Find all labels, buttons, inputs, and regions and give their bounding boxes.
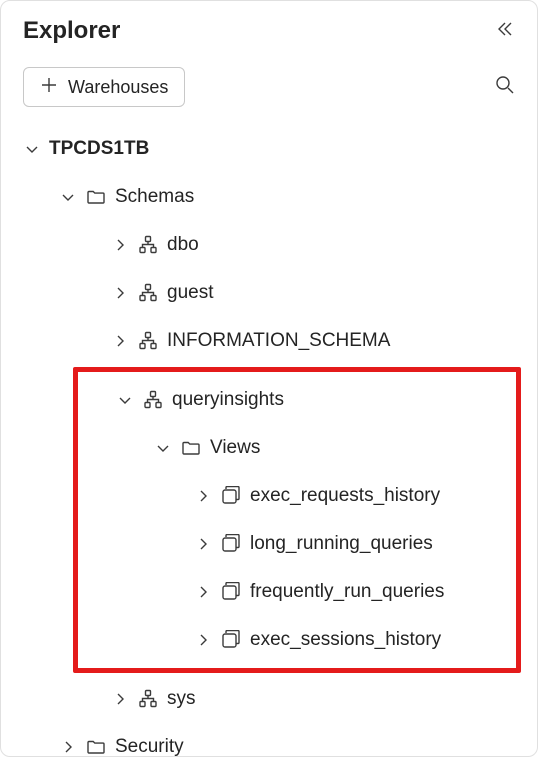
chevron-down-icon xyxy=(23,141,41,157)
view-icon xyxy=(220,630,242,650)
tree-item-schemas-folder[interactable]: Schemas xyxy=(9,173,529,221)
view-label: exec_sessions_history xyxy=(250,629,441,651)
tree-item-schema-sys[interactable]: sys xyxy=(9,675,529,723)
schema-label: dbo xyxy=(167,234,199,256)
plus-icon xyxy=(40,76,58,98)
schema-label: INFORMATION_SCHEMA xyxy=(167,330,390,352)
schema-label: guest xyxy=(167,282,213,304)
chevron-right-icon xyxy=(194,536,212,552)
chevron-right-icon xyxy=(111,691,129,707)
schema-icon xyxy=(137,283,159,303)
highlight-box: queryinsights Views exec_requests_histor… xyxy=(73,367,521,673)
schema-icon xyxy=(142,390,164,410)
tree-item-database[interactable]: TPCDS1TB xyxy=(9,125,529,173)
view-label: long_running_queries xyxy=(250,533,433,555)
add-button-label: Warehouses xyxy=(68,77,168,98)
chevron-down-icon xyxy=(154,440,172,456)
chevron-down-icon xyxy=(116,392,134,408)
chevron-right-icon xyxy=(111,333,129,349)
tree-item-schema-queryinsights[interactable]: queryinsights xyxy=(78,376,516,424)
database-label: TPCDS1TB xyxy=(49,138,149,160)
tree-item-view[interactable]: exec_requests_history xyxy=(78,472,516,520)
view-icon xyxy=(220,534,242,554)
folder-icon xyxy=(85,187,107,207)
folder-icon xyxy=(85,737,107,757)
tree-item-schema-dbo[interactable]: dbo xyxy=(9,221,529,269)
view-label: frequently_run_queries xyxy=(250,581,444,603)
schema-icon xyxy=(137,331,159,351)
tree-item-view[interactable]: long_running_queries xyxy=(78,520,516,568)
chevron-down-icon xyxy=(59,189,77,205)
tree-item-schema-information-schema[interactable]: INFORMATION_SCHEMA xyxy=(9,317,529,365)
schema-icon xyxy=(137,235,159,255)
schemas-folder-label: Schemas xyxy=(115,186,194,208)
chevron-right-icon xyxy=(194,488,212,504)
view-icon xyxy=(220,582,242,602)
view-label: exec_requests_history xyxy=(250,485,440,507)
collapse-panel-icon[interactable] xyxy=(495,20,515,43)
schema-label: queryinsights xyxy=(172,389,284,411)
chevron-right-icon xyxy=(111,285,129,301)
add-warehouses-button[interactable]: Warehouses xyxy=(23,67,185,107)
tree-item-view[interactable]: exec_sessions_history xyxy=(78,616,516,664)
schema-icon xyxy=(137,689,159,709)
security-folder-label: Security xyxy=(115,736,184,758)
chevron-right-icon xyxy=(59,739,77,755)
chevron-right-icon xyxy=(111,237,129,253)
explorer-toolbar: Warehouses xyxy=(1,51,537,117)
tree-root: TPCDS1TB Schemas dbo guest INFORMATION_S… xyxy=(1,117,537,771)
tree-item-view[interactable]: frequently_run_queries xyxy=(78,568,516,616)
views-folder-label: Views xyxy=(210,437,260,459)
chevron-right-icon xyxy=(194,632,212,648)
tree-item-views-folder[interactable]: Views xyxy=(78,424,516,472)
folder-icon xyxy=(180,438,202,458)
tree-item-security-folder[interactable]: Security xyxy=(9,723,529,771)
tree-item-schema-guest[interactable]: guest xyxy=(9,269,529,317)
view-icon xyxy=(220,486,242,506)
search-icon[interactable] xyxy=(495,75,515,100)
chevron-right-icon xyxy=(194,584,212,600)
explorer-header: Explorer xyxy=(1,1,537,51)
schema-label: sys xyxy=(167,688,196,710)
panel-title: Explorer xyxy=(23,17,120,45)
